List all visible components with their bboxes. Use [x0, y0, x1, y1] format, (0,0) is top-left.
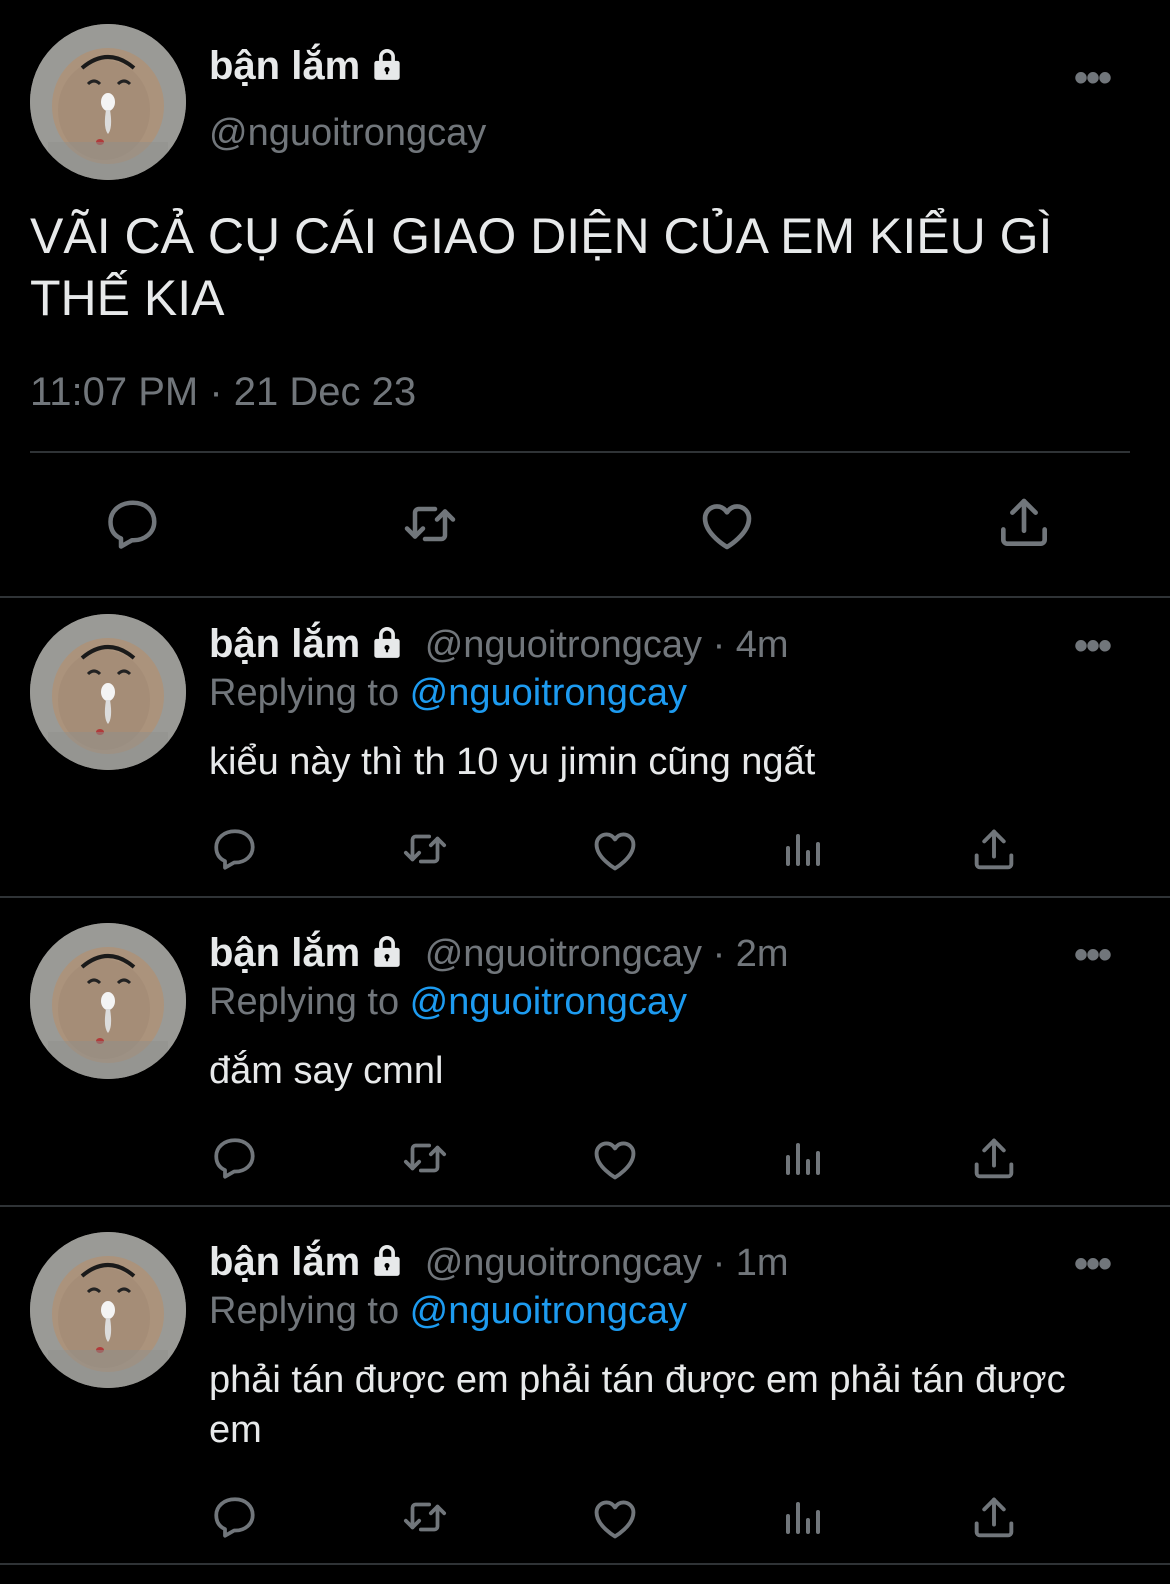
replying-to: Replying to @nguoitrongcay [209, 1290, 687, 1333]
views-icon[interactable] [780, 1135, 828, 1183]
display-name-text: bận lắm [209, 44, 361, 88]
replying-to-link[interactable]: @nguoitrongcay [410, 1290, 687, 1332]
handle[interactable]: @nguoitrongcay [209, 112, 486, 155]
display-name[interactable]: bận lắm [209, 1240, 360, 1284]
tweet-text: đắm say cmnl [209, 1050, 444, 1092]
display-name[interactable]: bận lắm [209, 931, 360, 975]
avatar[interactable] [30, 923, 186, 1079]
avatar[interactable] [30, 1232, 186, 1388]
tweet-text: kiểu này thì th 10 yu jimin cũng ngất [209, 741, 816, 783]
replying-to: Replying to @nguoitrongcay [209, 981, 687, 1024]
handle-and-time[interactable]: @nguoitrongcay · 4m [425, 624, 789, 666]
tweet-header: bận lắm @nguoitrongcay · 2m [209, 931, 789, 980]
tweet-header: bận lắm @nguoitrongcay · 4m [209, 622, 789, 671]
tweet-text: VÃI CẢ CỤ CÁI GIAO DIỆN CỦA EM KIỂU GÌ T… [30, 208, 1053, 326]
more-options-icon[interactable]: ••• [1074, 1242, 1112, 1287]
like-icon[interactable] [589, 824, 641, 876]
like-icon[interactable] [589, 1492, 641, 1544]
replying-to-link[interactable]: @nguoitrongcay [410, 672, 687, 714]
divider [0, 896, 1170, 898]
lock-icon [368, 623, 406, 671]
tweet-header: bận lắm @nguoitrongcay · 1m [209, 1240, 789, 1289]
reply-icon[interactable] [210, 824, 260, 874]
like-icon[interactable] [696, 494, 758, 556]
reply-icon[interactable] [103, 494, 163, 554]
display-name[interactable]: bận lắm [209, 622, 360, 666]
replying-to-label: Replying to [209, 981, 410, 1023]
divider [0, 596, 1170, 598]
share-icon[interactable] [968, 824, 1020, 876]
views-icon[interactable] [780, 1494, 828, 1542]
lock-icon [368, 932, 406, 980]
more-options-icon[interactable]: ••• [1074, 624, 1112, 669]
divider [30, 451, 1130, 453]
replying-to-label: Replying to [209, 1290, 410, 1332]
more-options-icon[interactable]: ••• [1074, 56, 1112, 101]
more-options-icon[interactable]: ••• [1074, 933, 1112, 978]
retweet-icon[interactable] [397, 494, 463, 554]
share-icon[interactable] [993, 492, 1055, 554]
tweet-timestamp[interactable]: 11:07 PM · 21 Dec 23 [30, 370, 416, 415]
lock-icon [368, 1241, 406, 1289]
handle-and-time[interactable]: @nguoitrongcay · 2m [425, 933, 789, 975]
divider [0, 1205, 1170, 1207]
retweet-icon[interactable] [397, 824, 453, 874]
like-icon[interactable] [589, 1133, 641, 1185]
views-icon[interactable] [780, 826, 828, 874]
divider [0, 1563, 1170, 1565]
replying-to-label: Replying to [209, 672, 410, 714]
retweet-icon[interactable] [397, 1133, 453, 1183]
lock-icon [368, 45, 406, 93]
reply-icon[interactable] [210, 1133, 260, 1183]
reply-icon[interactable] [210, 1492, 260, 1542]
tweet-text: phải tán được em phải tán được em phải t… [209, 1359, 1066, 1451]
share-icon[interactable] [968, 1133, 1020, 1185]
handle-and-time[interactable]: @nguoitrongcay · 1m [425, 1242, 789, 1284]
share-icon[interactable] [968, 1492, 1020, 1544]
retweet-icon[interactable] [397, 1492, 453, 1542]
replying-to-link[interactable]: @nguoitrongcay [410, 981, 687, 1023]
avatar[interactable] [30, 24, 186, 180]
display-name[interactable]: bận lắm [209, 44, 406, 93]
avatar[interactable] [30, 614, 186, 770]
replying-to: Replying to @nguoitrongcay [209, 672, 687, 715]
